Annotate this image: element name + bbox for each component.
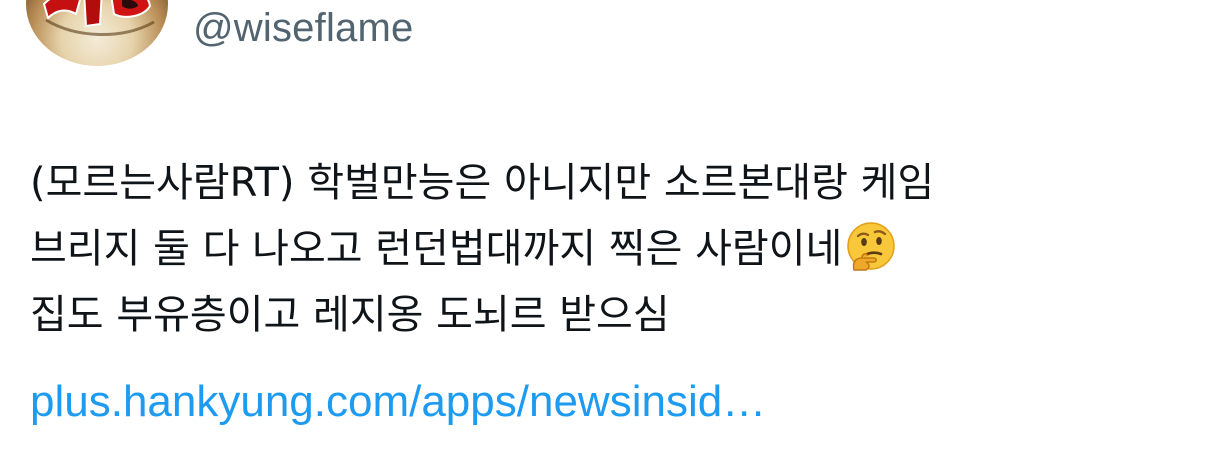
tweet-line: 브리지 둘 다 나오고 런던법대까지 찍은 사람이네 — [30, 216, 1190, 282]
tweet-line-text: 브리지 둘 다 나오고 런던법대까지 찍은 사람이네 — [30, 226, 843, 272]
tweet-text: (모르는사람RT) 학벌만능은 아니지만 소르본대랑 케임 브리지 둘 다 나오… — [30, 150, 1190, 348]
avatar-image — [42, 0, 155, 37]
tweet-line: (모르는사람RT) 학벌만능은 아니지만 소르본대랑 케임 — [30, 160, 935, 206]
author-handle[interactable]: @wiseflame — [193, 6, 413, 50]
article-link[interactable]: plus.hankyung.com/apps/newsinsid… — [30, 372, 766, 432]
avatar[interactable] — [26, 0, 168, 66]
tweet-line: 집도 부유층이고 레지옹 도뇌르 받으심 — [30, 292, 670, 338]
thinking-face-icon — [844, 220, 898, 274]
